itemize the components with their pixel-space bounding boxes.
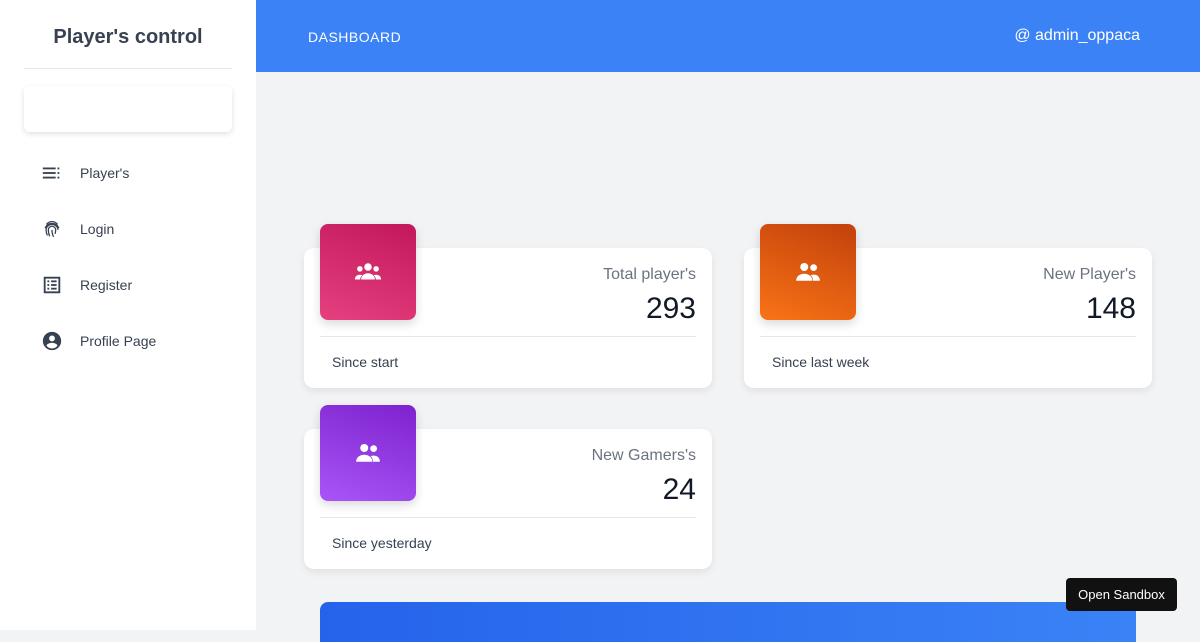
stat-footer: Since last week [772,354,870,370]
chart-panel [320,602,1136,642]
stat-card-new-gamers: New Gamers's 24 Since yesterday [304,405,712,569]
sidebar-divider [24,68,232,69]
stat-footer: Since start [332,354,399,370]
sidebar-search-card[interactable] [24,86,232,132]
group-icon [320,224,416,320]
group-icon [320,405,416,501]
card-divider [320,336,696,337]
form-list-icon [40,273,64,297]
stat-value: 24 [662,473,696,506]
sidebar-item-register[interactable]: Register [0,257,256,313]
top-bar: DASHBOARD @ admin_oppaca [256,0,1200,72]
sidebar-item-players[interactable]: Player's [0,145,256,201]
sidebar-item-label: Register [80,277,133,293]
sidebar-nav: Player's Login Register Profile Page [0,145,256,369]
stat-title: Total player's [603,266,696,283]
stat-value: 148 [1085,292,1136,325]
account-circle-icon [40,329,64,353]
stat-title: New Gamers's [591,447,696,464]
brand-title: Player's control [53,26,203,48]
sidebar-item-label: Login [80,221,115,237]
sidebar: Player's control Player's Login Register [0,0,256,630]
sidebar-item-login[interactable]: Login [0,201,256,257]
stat-footer: Since yesterday [332,535,432,551]
card-divider [320,517,696,518]
open-sandbox-button[interactable]: Open Sandbox [1066,578,1177,611]
page-title: DASHBOARD [308,29,402,45]
user-handle[interactable]: @ admin_oppaca [1014,27,1140,45]
sidebar-item-label: Player's [80,165,130,181]
group-icon [760,224,856,320]
sidebar-item-label: Profile Page [80,333,157,349]
fingerprint-icon [40,217,64,241]
stat-card-total-players: Total player's 293 Since start [304,224,712,388]
list-icon [40,161,64,185]
card-divider [760,336,1136,337]
stat-title: New Player's [1043,266,1136,283]
sidebar-item-profile[interactable]: Profile Page [0,313,256,369]
stat-card-new-players: New Player's 148 Since last week [744,224,1152,388]
stat-value: 293 [645,292,696,325]
